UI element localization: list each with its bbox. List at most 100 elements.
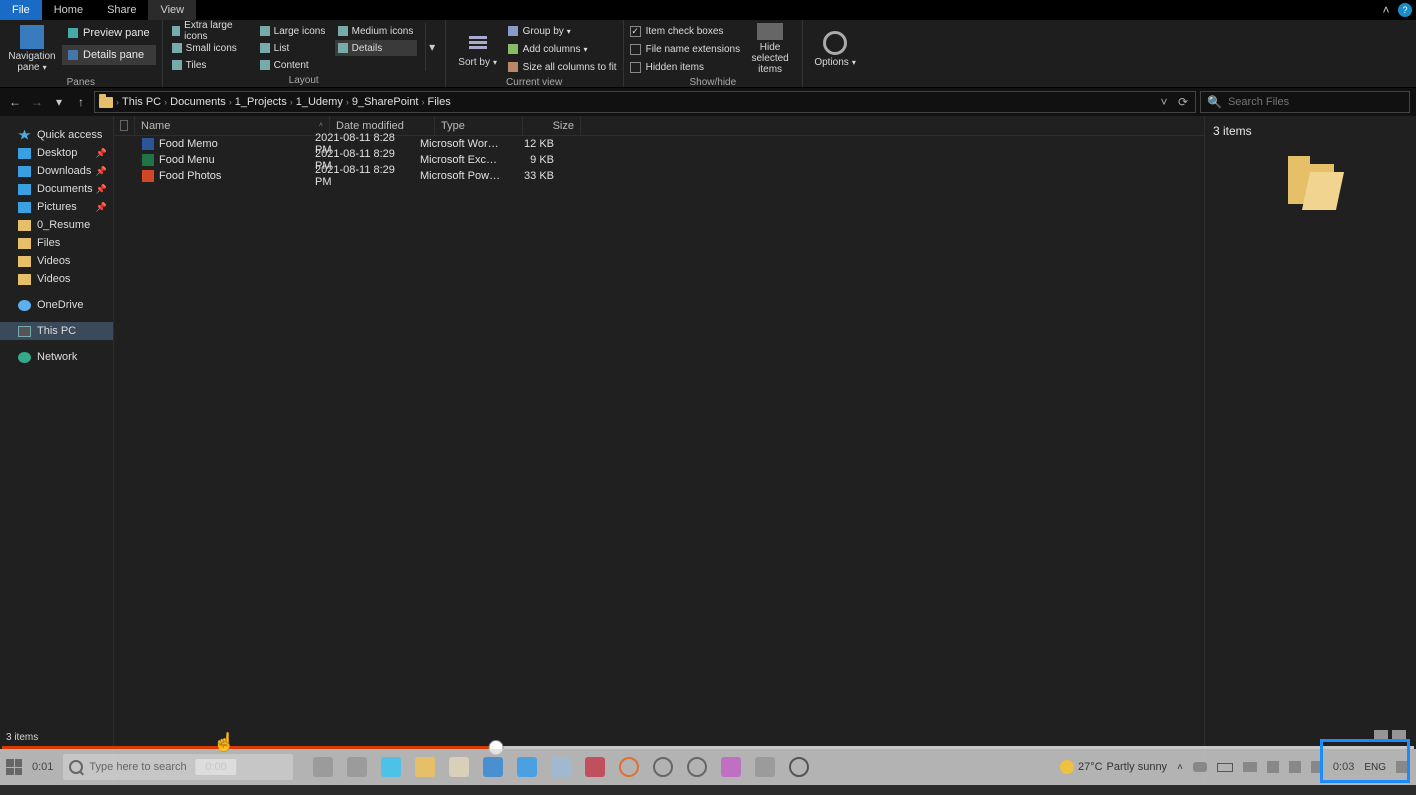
details-pane-button[interactable]: Details pane <box>62 45 156 65</box>
layout-small[interactable]: Small icons <box>169 40 251 56</box>
column-type[interactable]: Type <box>435 116 523 135</box>
sidebar-documents[interactable]: Documents📌 <box>0 180 113 198</box>
taskview-icon[interactable] <box>347 757 367 777</box>
ribbon-collapse-icon[interactable]: ˄ <box>1378 3 1394 17</box>
onenote-icon[interactable] <box>721 757 741 777</box>
pause-icon[interactable] <box>619 757 639 777</box>
network-icon <box>18 352 31 363</box>
layout-list[interactable]: List <box>257 40 329 56</box>
nav-forward-button[interactable]: → <box>28 93 46 111</box>
sidebar-files[interactable]: Files <box>0 234 113 252</box>
pin-icon: 📌 <box>96 166 107 177</box>
search-input[interactable] <box>1228 96 1403 108</box>
sidebar-desktop[interactable]: Desktop📌 <box>0 144 113 162</box>
breadcrumb-seg[interactable]: 9_SharePoint <box>352 96 419 108</box>
tray-icon[interactable] <box>1289 761 1301 773</box>
battery-icon[interactable] <box>1217 763 1233 772</box>
refresh-button[interactable]: ⟳ <box>1175 95 1191 109</box>
mail-icon[interactable] <box>517 757 537 777</box>
layout-extra-large[interactable]: Extra large icons <box>169 23 251 39</box>
app-icon[interactable] <box>585 757 605 777</box>
star-icon <box>18 130 31 141</box>
excel-icon <box>142 154 154 166</box>
app-icon[interactable] <box>483 757 503 777</box>
column-name[interactable]: Name˄ <box>135 116 330 135</box>
tab-share[interactable]: Share <box>95 0 148 20</box>
tab-view[interactable]: View <box>148 0 196 20</box>
breadcrumb-seg[interactable]: Files <box>428 96 451 108</box>
onedrive-tray-icon[interactable] <box>1193 762 1207 772</box>
layout-expand-icon[interactable]: ▾ <box>425 23 439 71</box>
breadcrumb-seg[interactable]: 1_Udemy <box>296 96 343 108</box>
file-row[interactable]: Food Memo 2021-08-11 8:28 PM Microsoft W… <box>114 136 1204 152</box>
explorer-icon[interactable] <box>415 757 435 777</box>
sidebar-quick-access[interactable]: Quick access <box>0 126 113 144</box>
sidebar-videos1[interactable]: Videos <box>0 252 113 270</box>
volume-tray-icon[interactable] <box>1311 761 1323 773</box>
wifi-icon[interactable] <box>1243 762 1257 772</box>
weather-widget[interactable]: 27°C Partly sunny <box>1060 760 1167 774</box>
view-details-icon[interactable] <box>1374 730 1388 740</box>
tray-icon[interactable] <box>1267 761 1279 773</box>
header-checkbox[interactable] <box>114 116 135 135</box>
sidebar-this-pc[interactable]: This PC <box>0 322 113 340</box>
tab-file[interactable]: File <box>0 0 42 20</box>
breadcrumb-seg[interactable]: This PC <box>122 96 161 108</box>
taskbar-search[interactable]: Type here to search <box>63 754 293 780</box>
sun-icon <box>1060 760 1074 774</box>
expand-icon[interactable] <box>755 757 775 777</box>
sidebar-downloads[interactable]: Downloads📌 <box>0 162 113 180</box>
rewind-icon[interactable] <box>653 757 673 777</box>
pc-icon <box>18 326 31 337</box>
volume-icon[interactable] <box>687 757 707 777</box>
help-icon[interactable]: ? <box>1398 3 1412 17</box>
column-size[interactable]: Size <box>523 116 581 135</box>
file-row[interactable]: Food Photos 2021-08-11 8:29 PM Microsoft… <box>114 168 1204 184</box>
breadcrumb-seg[interactable]: 1_Projects <box>235 96 287 108</box>
hidden-items-toggle[interactable]: Hidden items <box>630 59 741 75</box>
search-icon: 🔍 <box>1207 95 1222 109</box>
layout-tiles[interactable]: Tiles <box>169 57 251 73</box>
settings-icon[interactable] <box>789 757 809 777</box>
tab-home[interactable]: Home <box>42 0 95 20</box>
windows-start-icon[interactable] <box>6 759 22 775</box>
hide-selected-button[interactable]: Hide selected items <box>744 23 796 75</box>
view-thumb-icon[interactable] <box>1392 730 1406 740</box>
app-icon[interactable] <box>551 757 571 777</box>
sort-by-button[interactable]: Sort by <box>452 23 504 75</box>
cloud-icon <box>18 300 31 311</box>
navigation-pane-button[interactable]: Navigation pane <box>6 23 58 75</box>
sidebar-videos2[interactable]: Videos <box>0 270 113 288</box>
sort-caret-icon: ˄ <box>319 122 323 129</box>
store-icon[interactable] <box>449 757 469 777</box>
group-by-button[interactable]: Group by <box>508 23 617 39</box>
nav-back-button[interactable]: ← <box>6 93 24 111</box>
options-button[interactable]: Options <box>809 23 861 75</box>
cortana-icon[interactable] <box>313 757 333 777</box>
address-history-dropdown[interactable]: ˅ <box>1156 95 1172 109</box>
edge-icon[interactable] <box>381 757 401 777</box>
file-name-extensions-toggle[interactable]: File name extensions <box>630 41 741 57</box>
layout-details[interactable]: Details <box>335 40 417 56</box>
sidebar-resume[interactable]: 0_Resume <box>0 216 113 234</box>
nav-up-button[interactable]: ↑ <box>72 93 90 111</box>
layout-medium[interactable]: Medium icons <box>335 23 417 39</box>
item-check-boxes-toggle[interactable]: ✓Item check boxes <box>630 23 741 39</box>
add-columns-button[interactable]: Add columns <box>508 41 617 57</box>
preview-pane-button[interactable]: Preview pane <box>62 23 156 43</box>
item-count: 3 items <box>1213 124 1408 138</box>
chevron-up-icon[interactable]: ˄ <box>1177 762 1183 773</box>
layout-content[interactable]: Content <box>257 57 329 73</box>
breadcrumb-seg[interactable]: Documents <box>170 96 226 108</box>
sidebar-onedrive[interactable]: OneDrive <box>0 296 113 314</box>
layout-large[interactable]: Large icons <box>257 23 329 39</box>
language-indicator[interactable]: ENG <box>1364 762 1386 773</box>
sidebar-pictures[interactable]: Pictures📌 <box>0 198 113 216</box>
notifications-icon[interactable] <box>1396 761 1410 773</box>
search-box[interactable]: 🔍 <box>1200 91 1410 113</box>
file-row[interactable]: Food Menu 2021-08-11 8:29 PM Microsoft E… <box>114 152 1204 168</box>
nav-recent-dropdown[interactable]: ▾ <box>50 93 68 111</box>
size-all-columns-button[interactable]: Size all columns to fit <box>508 59 617 75</box>
sidebar-network[interactable]: Network <box>0 348 113 366</box>
breadcrumb[interactable]: › This PC› Documents› 1_Projects› 1_Udem… <box>94 91 1196 113</box>
